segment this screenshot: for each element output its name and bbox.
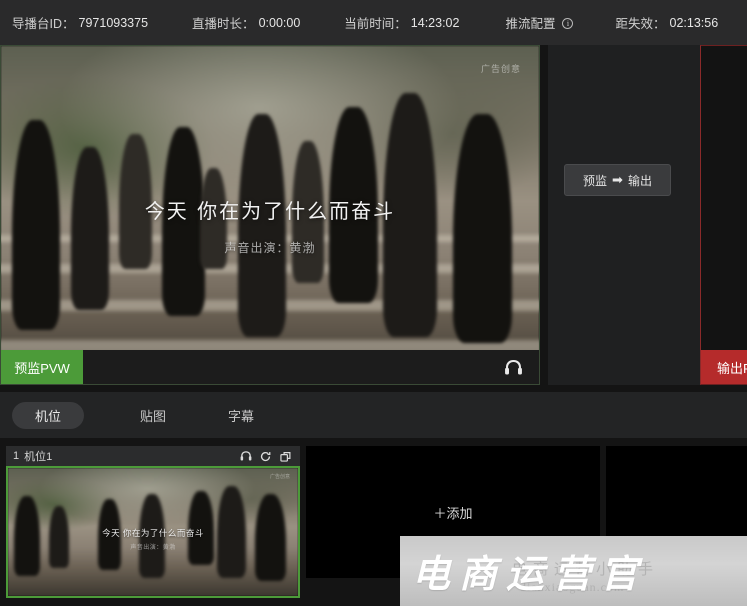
preview-overlay-subtitle: 声音出演：黄渤 <box>224 240 316 255</box>
watermark-overlay: 电商运营小助手 dianxiaoguan.com 电商运营官 <box>400 536 747 606</box>
current-time-value: 14:23:02 <box>410 15 460 30</box>
livestream-switcher-app: 导播台ID： 7971093375 直播时长： 0:00:00 当前时间： 14… <box>0 0 747 606</box>
preview-badge: 预监PVW <box>1 350 83 384</box>
current-time-item: 当前时间： 14:23:02 <box>344 13 459 32</box>
live-duration-label: 直播时长： <box>192 17 255 31</box>
program-panel: 预监 ➡ 输出 输出PG <box>548 45 747 385</box>
preview-monitor[interactable]: 广告创意 今天 你在为了什么而奋斗 声音出演：黄渤 预监PVW <box>0 45 540 385</box>
thumb-ad-tag: 广告创意 <box>269 474 290 480</box>
camera-slot-1[interactable]: 1 机位1 广告创意 今天 你在为了什么而奋斗 声音出演：黄渤 <box>6 446 300 598</box>
preview-overlay-title: 今天 你在为了什么而奋斗 <box>144 198 396 223</box>
share-export-icon[interactable] <box>278 449 293 464</box>
current-time-label: 当前时间： <box>344 17 407 31</box>
live-duration-item: 直播时长： 0:00:00 <box>192 13 300 32</box>
tab-sticker[interactable]: 贴图 <box>136 402 170 429</box>
program-badge: 输出PG <box>701 350 747 384</box>
expiry-value: 02:13:56 <box>669 15 719 30</box>
swap-right-label: 输出 <box>627 173 652 188</box>
program-monitor[interactable]: 输出PG <box>700 45 747 385</box>
preview-to-program-button[interactable]: 预监 ➡ 输出 <box>564 164 671 196</box>
camera-slot-1-preview[interactable]: 广告创意 今天 你在为了什么而奋斗 声音出演：黄渤 <box>6 466 300 598</box>
ad-tag: 广告创意 <box>480 64 521 74</box>
monitor-row: 广告创意 今天 你在为了什么而奋斗 声音出演：黄渤 预监PVW 预监 ➡ 输出 <box>0 45 747 385</box>
expiry-label: 距失效： <box>615 17 666 31</box>
broadcast-id-item: 导播台ID： 7971093375 <box>12 13 148 32</box>
stream-config-label: 推流配置 <box>505 17 556 31</box>
swap-left-label: 预监 <box>583 173 608 188</box>
refresh-icon[interactable] <box>258 449 273 464</box>
live-duration-value: 0:00:00 <box>258 15 301 30</box>
arrow-right-icon: ➡ <box>612 172 623 187</box>
tab-subtitle[interactable]: 字幕 <box>224 402 258 429</box>
info-icon[interactable] <box>562 17 574 30</box>
camera-slot-1-index: 1 <box>13 450 20 462</box>
resource-tabs: 机位 贴图 字幕 <box>0 392 747 438</box>
broadcast-id-label: 导播台ID： <box>12 17 75 31</box>
headphone-icon[interactable] <box>504 359 523 375</box>
broadcast-id-value: 7971093375 <box>78 15 149 30</box>
stream-config-button[interactable]: 推流配置 <box>505 13 574 32</box>
headphone-icon[interactable] <box>238 449 253 464</box>
watermark-title: 电商运营官 <box>412 550 648 596</box>
preview-statusbar: 预监PVW <box>1 350 539 384</box>
tab-camera[interactable]: 机位 <box>12 401 84 429</box>
camera-slot-1-overlay-subtitle: 声音出演：黄渤 <box>130 545 176 552</box>
expiry-item: 距失效： 02:13:56 <box>615 13 718 32</box>
camera-slot-1-header: 1 机位1 <box>6 446 300 466</box>
status-header: 导播台ID： 7971093375 直播时长： 0:00:00 当前时间： 14… <box>0 0 747 45</box>
camera-slot-1-name: 机位1 <box>24 451 53 463</box>
camera-slot-1-overlay-title: 今天 你在为了什么而奋斗 <box>102 527 204 538</box>
